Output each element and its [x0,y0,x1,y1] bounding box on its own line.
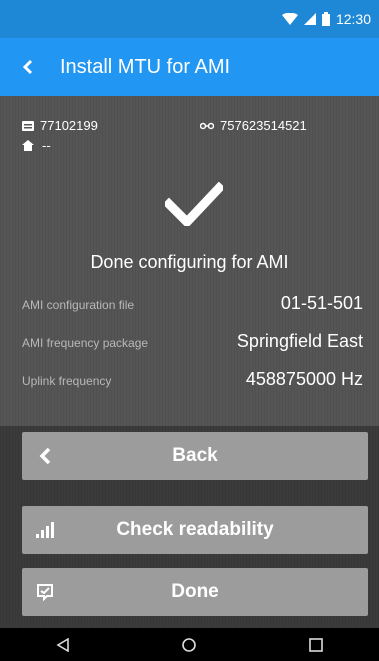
done-button[interactable]: Done [22,568,368,616]
wifi-icon [281,13,298,25]
done-clipboard-icon [34,580,56,604]
mtu-icon [22,120,34,131]
status-time: 12:30 [335,11,371,27]
address-row: -- [22,138,51,153]
status-bar: 12:30 [0,0,379,38]
detail-row: Uplink frequency 458875000 Hz [22,364,363,392]
status-icons: 12:30 [281,10,371,28]
cell-signal-icon [303,13,316,25]
nav-home-icon[interactable] [169,628,209,661]
checkmark-icon [165,182,223,226]
mtu-id: 77102199 [40,118,98,133]
page-title: Install MTU for AMI [60,55,231,78]
device-ids: 77102199 757623514521 [22,118,379,136]
address-value: -- [42,138,51,153]
nav-recents-icon[interactable] [296,628,336,661]
done-button-label: Done [171,581,219,602]
app-bar: Install MTU for AMI [0,38,379,96]
back-button[interactable]: Back [22,432,368,480]
detail-value: 01-51-501 [280,293,363,313]
mtu-id-group: 77102199 [22,118,98,133]
detail-value: Springfield East [236,331,363,351]
system-nav-bar [0,628,379,661]
action-panel: Back Check readability Done [0,426,379,628]
meter-link-icon [200,122,214,129]
chevron-left-icon[interactable] [0,38,56,96]
nav-back-icon[interactable] [43,628,83,661]
detail-label: AMI configuration file [22,298,135,312]
detail-label: Uplink frequency [22,374,112,388]
detail-label: AMI frequency package [22,336,149,350]
back-button-label: Back [172,445,218,466]
battery-icon [321,12,330,26]
detail-value: 458875000 Hz [245,369,363,389]
detail-row: AMI configuration file 01-51-501 [22,288,363,316]
home-icon [22,140,34,151]
check-readability-label: Check readability [116,519,274,540]
signal-bars-icon [34,518,56,542]
status-message: Done configuring for AMI [90,252,289,272]
detail-row: AMI frequency package Springfield East [22,326,363,354]
check-readability-button[interactable]: Check readability [22,506,368,554]
meter-id-group: 757623514521 [200,118,307,133]
chevron-left-icon [34,444,56,468]
meter-id: 757623514521 [220,118,307,133]
result-content: 77102199 757623514521 -- Done configurin… [0,96,379,426]
